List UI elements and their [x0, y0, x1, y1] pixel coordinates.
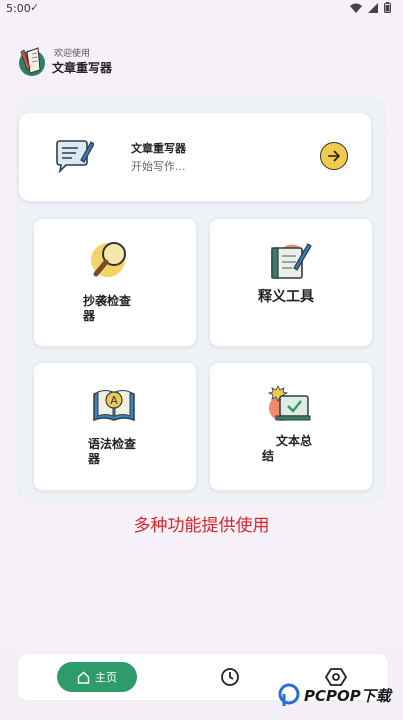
- notebook-pen-icon: [271, 243, 312, 279]
- start-writing-button[interactable]: [320, 142, 348, 170]
- arrow-right-icon: [328, 150, 341, 162]
- home-icon: [77, 671, 90, 684]
- watermark-text: PCPOP下载: [304, 686, 391, 705]
- app-logo-icon: [19, 47, 45, 76]
- text-summarizer-label: 文本总 结: [262, 434, 313, 463]
- magnifier-icon: [91, 242, 126, 277]
- clock-icon[interactable]: [219, 666, 241, 688]
- nav-home-label: 主页: [95, 671, 117, 684]
- app-title: 文章重写器: [52, 61, 113, 75]
- chat-pen-icon: [56, 140, 94, 174]
- svg-text:A: A: [110, 394, 118, 407]
- book-a-icon: A: [93, 390, 135, 422]
- nav-home-button[interactable]: 主页: [57, 662, 137, 692]
- promo-text: 多种功能提供使用: [133, 516, 270, 536]
- hero-title: 文章重写器: [131, 142, 186, 155]
- welcome-text: 欢迎使用: [54, 49, 91, 59]
- status-time: 5:00: [6, 2, 31, 15]
- download-done-icon: ✓: [30, 1, 40, 14]
- watermark: PCPOP下载: [278, 683, 391, 707]
- app-header: 欢迎使用 文章重写器: [18, 44, 112, 78]
- wifi-icon: [350, 3, 362, 13]
- grammar-checker-label: 语法检查 器: [88, 437, 137, 466]
- plagiarism-checker-label: 抄袭检查 器: [83, 294, 132, 323]
- battery-icon: [384, 2, 391, 13]
- pcpop-logo-icon: [278, 683, 300, 706]
- status-icons: [350, 2, 391, 13]
- hero-subtitle: 开始写作...: [131, 160, 186, 173]
- summary-board-icon: [268, 385, 311, 421]
- paraphrase-tool-label: 释义工具: [258, 289, 314, 305]
- status-bar: 5:00 ✓: [0, 0, 403, 18]
- signal-icon: [368, 2, 378, 13]
